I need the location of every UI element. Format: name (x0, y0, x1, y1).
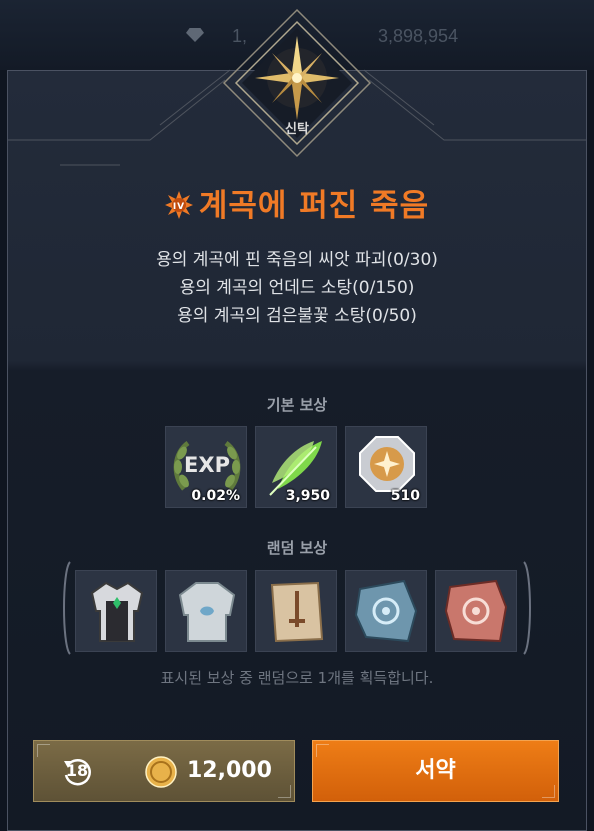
quest-title: 계곡에 퍼진 죽음 (198, 188, 430, 224)
reward-slot-armor-dark[interactable] (75, 570, 157, 652)
gem-icon (186, 28, 204, 42)
objective-item: 용의 계곡의 검은불꽃 소탕(0/50) (177, 306, 417, 326)
reward-slot-medal[interactable]: 510 (345, 426, 427, 508)
reward-qty: 3,950 (285, 488, 330, 504)
white-plate-armor-icon (178, 582, 236, 642)
sword-scroll-icon (270, 581, 324, 643)
corner-ornament (278, 785, 291, 798)
refresh-cost-button[interactable]: 18 12,000 (33, 740, 295, 802)
blue-rune-scroll-icon (354, 579, 418, 643)
reward-slot-scroll-blue[interactable] (345, 570, 427, 652)
reward-slot-exp[interactable]: EXP 0.02% (165, 426, 247, 508)
objective-item: 용의 계곡의 언데드 소탕(0/150) (179, 278, 415, 298)
svg-text:IV: IV (173, 202, 185, 212)
cost-amount: 12,000 (187, 758, 272, 783)
random-reward-note: 표시된 보상 중 랜덤으로 1개를 획득합니다. (160, 669, 434, 687)
pledge-button[interactable]: 서약 (312, 740, 559, 802)
emblem-label: 신탁 (285, 122, 309, 137)
reward-slot-armor-white[interactable] (165, 570, 247, 652)
basic-reward-label: 기본 보상 (266, 396, 328, 414)
reward-slot-scroll-sword[interactable] (255, 570, 337, 652)
basic-reward-list: EXP 0.02% 3,950 510 (0, 426, 594, 510)
objective-list: 용의 계곡에 핀 죽음의 씨앗 파괴(0/30) 용의 계곡의 언데드 소탕(0… (0, 246, 594, 330)
corner-ornament (316, 744, 329, 757)
dark-armor-icon (90, 581, 144, 642)
corner-ornament (542, 785, 555, 798)
reward-qty: 510 (390, 488, 420, 504)
quest-title-row: IV 계곡에 퍼진 죽음 (0, 180, 594, 225)
red-rune-scroll-icon (444, 579, 508, 643)
objective-item: 용의 계곡에 핀 죽음의 씨앗 파괴(0/30) (156, 250, 438, 270)
reward-slot-scroll-red[interactable] (435, 570, 517, 652)
gold-coin-icon (145, 756, 177, 788)
reward-qty: 0.02% (191, 488, 240, 504)
corner-ornament (37, 744, 50, 757)
exp-text: EXP (184, 453, 230, 477)
random-reward-list (0, 570, 594, 654)
reward-slot-feather[interactable]: 3,950 (255, 426, 337, 508)
pledge-label: 서약 (415, 758, 456, 783)
bg-currency-2: 3,898,954 (378, 26, 459, 46)
orange-sun-badge-icon: IV (164, 191, 193, 219)
random-reward-label: 랜덤 보상 (266, 539, 328, 557)
refresh-count: 18 (65, 761, 89, 780)
